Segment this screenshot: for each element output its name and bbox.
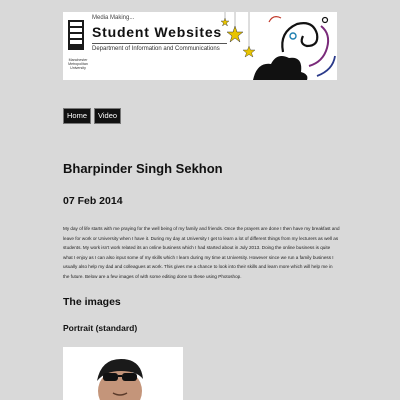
nav-video-button[interactable]: Video xyxy=(94,108,122,124)
site-title: Student Websites xyxy=(92,24,223,40)
post-body: My day of life starts with me praying fo… xyxy=(63,226,340,279)
images-heading: The images xyxy=(63,296,121,308)
banner-subtitle: Department of Information and Communicat… xyxy=(92,46,220,52)
page-title: Bharpinder Singh Sekhon xyxy=(63,161,223,176)
portrait-photo xyxy=(63,347,183,400)
university-crest-icon xyxy=(68,20,84,50)
portrait-heading: Portrait (standard) xyxy=(63,323,138,333)
logo-text: Manchester Metropolitan University xyxy=(68,58,88,71)
portrait-image xyxy=(63,347,183,400)
main-nav: Home Video xyxy=(63,108,122,124)
post-date: 07 Feb 2014 xyxy=(63,195,123,207)
nav-home-button[interactable]: Home xyxy=(63,108,92,124)
stars-and-swirls-icon xyxy=(220,12,336,80)
site-banner: Manchester Metropolitan University Media… xyxy=(63,12,337,80)
university-logo: Manchester Metropolitan University xyxy=(65,18,88,76)
banner-kicker: Media Making... xyxy=(92,15,135,21)
title-divider xyxy=(92,43,227,44)
